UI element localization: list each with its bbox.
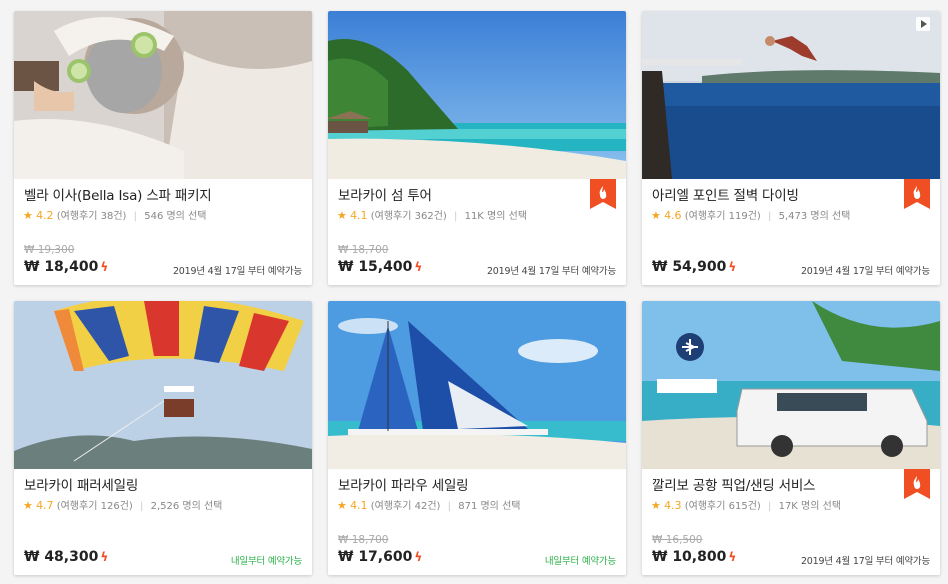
original-price: ₩ 16,500 [652,534,703,546]
activity-card-paraw-sailing[interactable]: 보라카이 파라우 세일링 ★ 4.1 (여행후기 42건) | 871 명의 선… [328,301,626,575]
rating-value: 4.7 [36,499,54,512]
review-count: (여행후기 126건) [56,501,133,512]
sale-price: ₩ 54,900 ϟ [652,259,736,275]
activity-card-cliff-diving[interactable]: 아리엘 포인트 절벽 다이빙 ★ 4.6 (여행후기 119건) | 5,473… [642,11,940,285]
star-icon: ★ [23,499,33,512]
star-icon: ★ [337,499,347,512]
instant-book-icon: ϟ [728,260,737,274]
availability-text: 내일부터 예약가능 [544,556,616,567]
meta-separator: | [447,501,452,512]
instant-book-icon: ϟ [100,260,109,274]
instant-book-icon: ϟ [414,550,423,564]
chosen-count: 2,526 명의 선택 [150,501,223,512]
card-title[interactable]: 보라카이 섬 투어 [338,184,432,204]
instant-book-icon: ϟ [414,260,423,274]
sale-price: ₩ 17,600 ϟ [338,549,422,565]
card-image-spa [14,11,312,179]
video-play-icon[interactable] [916,17,930,31]
star-icon: ★ [651,499,661,512]
card-meta: ★ 4.2 (여행후기 38건) | 546 명의 선택 [23,207,206,222]
availability-text: 2019년 4월 17일 부터 예약가능 [800,556,930,567]
card-meta: ★ 4.1 (여행후기 42건) | 871 명의 선택 [337,497,520,512]
hot-badge-icon [904,469,930,499]
card-meta: ★ 4.7 (여행후기 126건) | 2,526 명의 선택 [23,497,222,512]
activity-card-island-tour[interactable]: 보라카이 섬 투어 ★ 4.1 (여행후기 362건) | 11K 명의 선택 … [328,11,626,285]
price-value: ₩ 54,900 [652,259,727,275]
original-price: ₩ 19,300 [24,244,75,256]
chosen-count: 17K 명의 선택 [778,501,842,512]
star-icon: ★ [651,209,661,222]
activity-card-spa[interactable]: 벨라 이사(Bella Isa) 스파 패키지 ★ 4.2 (여행후기 38건)… [14,11,312,285]
star-icon: ★ [337,209,347,222]
sale-price: ₩ 18,400 ϟ [24,259,108,275]
meta-separator: | [133,211,138,222]
price-value: ₩ 15,400 [338,259,413,275]
sale-price: ₩ 10,800 ϟ [652,549,736,565]
review-count: (여행후기 38건) [56,211,127,222]
card-image-paraw-sailing [328,301,626,469]
instant-book-icon: ϟ [100,550,109,564]
star-icon: ★ [23,209,33,222]
chosen-count: 546 명의 선택 [144,211,207,222]
card-image-parasailing [14,301,312,469]
review-count: (여행후기 615건) [684,501,761,512]
rating-value: 4.2 [36,209,54,222]
card-meta: ★ 4.6 (여행후기 119건) | 5,473 명의 선택 [651,207,850,222]
instant-book-icon: ϟ [728,550,737,564]
activity-card-airport-pickup[interactable]: 깔리보 공항 픽업/샌딩 서비스 ★ 4.3 (여행후기 615건) | 17K… [642,301,940,575]
card-title[interactable]: 보라카이 패러세일링 [24,474,138,494]
original-price: ₩ 18,700 [338,534,389,546]
review-count: (여행후기 42건) [370,501,441,512]
card-image-cliff-diving [642,11,940,179]
price-value: ₩ 17,600 [338,549,413,565]
chosen-count: 5,473 명의 선택 [778,211,851,222]
meta-separator: | [768,501,772,512]
availability-text: 2019년 4월 17일 부터 예약가능 [800,266,930,277]
original-price: ₩ 18,700 [338,244,389,256]
card-title[interactable]: 보라카이 파라우 세일링 [338,474,469,494]
rating-value: 4.6 [664,209,682,222]
hot-badge-icon [590,179,616,209]
card-image-island-tour [328,11,626,179]
card-title[interactable]: 깔리보 공항 픽업/샌딩 서비스 [652,474,815,494]
meta-separator: | [768,211,772,222]
availability-text: 2019년 4월 17일 부터 예약가능 [172,266,302,277]
hot-badge-icon [904,179,930,209]
availability-text: 2019년 4월 17일 부터 예약가능 [486,266,616,277]
price-value: ₩ 18,400 [24,259,99,275]
meta-separator: | [454,211,458,222]
rating-value: 4.1 [350,209,368,222]
rating-value: 4.1 [350,499,368,512]
meta-separator: | [140,501,144,512]
price-value: ₩ 48,300 [24,549,99,565]
card-meta: ★ 4.3 (여행후기 615건) | 17K 명의 선택 [651,497,841,512]
sale-price: ₩ 48,300 ϟ [24,549,108,565]
activity-card-parasailing[interactable]: 보라카이 패러세일링 ★ 4.7 (여행후기 126건) | 2,526 명의 … [14,301,312,575]
review-count: (여행후기 362건) [370,211,447,222]
chosen-count: 11K 명의 선택 [464,211,528,222]
sale-price: ₩ 15,400 ϟ [338,259,422,275]
card-image-airport-pickup [642,301,940,469]
card-meta: ★ 4.1 (여행후기 362건) | 11K 명의 선택 [337,207,527,222]
card-title[interactable]: 아리엘 포인트 절벽 다이빙 [652,184,799,204]
rating-value: 4.3 [664,499,682,512]
card-title[interactable]: 벨라 이사(Bella Isa) 스파 패키지 [24,184,212,204]
review-count: (여행후기 119건) [684,211,761,222]
chosen-count: 871 명의 선택 [458,501,521,512]
availability-text: 내일부터 예약가능 [230,556,302,567]
price-value: ₩ 10,800 [652,549,727,565]
